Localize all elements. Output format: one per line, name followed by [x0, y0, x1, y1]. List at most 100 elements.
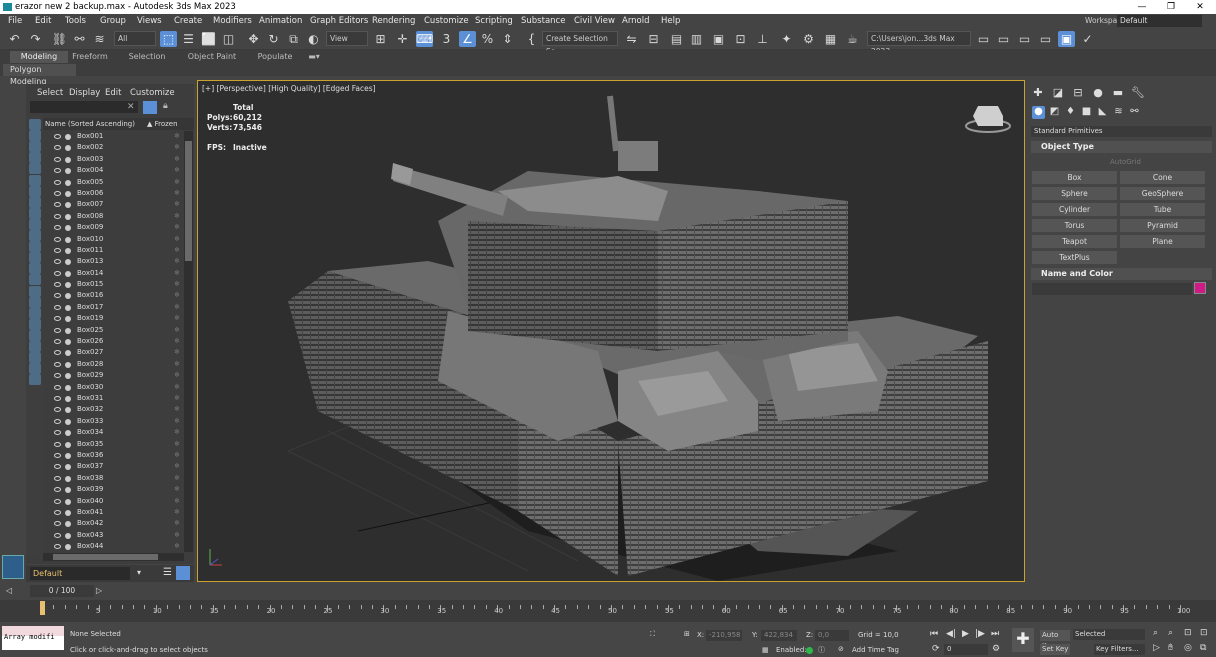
render-production-icon[interactable]: ☕ [844, 31, 861, 47]
save-project-icon[interactable]: ▭ [1016, 31, 1033, 47]
list-item[interactable]: Box009 ❄ [43, 222, 184, 233]
teapot-button[interactable]: Teapot [1032, 235, 1117, 248]
cameras-icon[interactable]: ■ [1080, 106, 1093, 119]
window-crossing-icon[interactable]: ◫ [220, 31, 237, 47]
visibility-icon[interactable] [54, 168, 61, 174]
key-mode-icon[interactable]: ⟳ [932, 644, 940, 654]
ribbon-toggle-icon[interactable]: ▣ [710, 31, 727, 47]
menu-arnold[interactable]: Arnold [622, 14, 650, 28]
angle-snap-icon[interactable]: ∠ [459, 31, 476, 47]
explorer-filter-icon[interactable] [29, 296, 41, 308]
list-item[interactable]: Box005 ❄ [43, 177, 184, 188]
pyramid-button[interactable]: Pyramid [1120, 219, 1205, 232]
freeze-icon[interactable]: ❄ [174, 359, 180, 370]
goto-end-icon[interactable]: ⏭ [991, 629, 999, 639]
perspective-viewport[interactable]: [+] [Perspective] [High Quality] [Edged … [197, 80, 1025, 582]
key-selection-select[interactable]: Selected [1073, 629, 1145, 640]
freeze-icon[interactable]: ❄ [174, 496, 180, 507]
archive-icon[interactable]: ▭ [1037, 31, 1054, 47]
viewport-layout-icon[interactable] [2, 555, 24, 579]
visibility-icon[interactable] [54, 407, 61, 413]
named-selection-set-select[interactable]: Create Selection Se [542, 31, 618, 56]
edit-named-selection-icon[interactable]: { [523, 31, 540, 47]
list-item[interactable]: Box033 ❄ [43, 416, 184, 427]
list-item[interactable]: Box042 ❄ [43, 518, 184, 529]
pan-icon[interactable]: ✋︎ [1168, 643, 1173, 653]
menu-customize[interactable]: Customize [424, 14, 469, 28]
reference-coordinate-select[interactable]: View [326, 31, 368, 46]
clear-search-icon[interactable]: ✕ [127, 102, 135, 112]
freeze-icon[interactable]: ❄ [174, 234, 180, 245]
render-toggle-icon[interactable] [65, 452, 71, 459]
object-name-input[interactable] [1032, 283, 1192, 295]
list-item[interactable]: Box008 ❄ [43, 211, 184, 222]
adaptive-degradation-icon[interactable]: ▦ [762, 646, 769, 654]
render-toggle-icon[interactable] [65, 521, 71, 528]
project-folder-icon[interactable]: ▭ [975, 31, 992, 47]
menu-modifiers[interactable]: Modifiers [213, 14, 252, 28]
freeze-icon[interactable]: ❄ [174, 256, 180, 267]
explorer-horizontal-scrollbar[interactable] [43, 553, 184, 561]
freeze-icon[interactable]: ❄ [174, 461, 180, 472]
list-item[interactable]: Box044 ❄ [43, 541, 184, 552]
visibility-icon[interactable] [54, 521, 61, 527]
explorer-filter-icon[interactable] [29, 130, 41, 142]
render-toggle-icon[interactable] [65, 544, 71, 551]
column-frozen[interactable]: ▲ Frozen [147, 118, 178, 130]
list-item[interactable]: Box014 ❄ [43, 268, 184, 279]
x-coordinate-field[interactable]: -210,958 [706, 630, 742, 641]
list-item[interactable]: Box035 ❄ [43, 439, 184, 450]
freeze-icon[interactable]: ❄ [174, 165, 180, 176]
scale-icon[interactable]: ⧉ [285, 31, 302, 47]
mirror-icon[interactable]: ⇋ [623, 31, 640, 47]
menu-civil-view[interactable]: Civil View [574, 14, 615, 28]
open-explorer-icon[interactable]: ▭ [995, 31, 1012, 47]
current-frame-field[interactable]: 0 [944, 644, 988, 655]
viewcube[interactable] [965, 106, 1011, 133]
visibility-icon[interactable] [54, 225, 61, 231]
cone-button[interactable]: Cone [1120, 171, 1205, 184]
visibility-icon[interactable] [54, 430, 61, 436]
move-icon[interactable]: ✥ [245, 31, 262, 47]
lights-icon[interactable]: ♦ [1064, 106, 1077, 119]
render-toggle-icon[interactable] [65, 168, 71, 175]
explorer-filter-icon[interactable] [29, 307, 41, 319]
list-item[interactable]: Box003 ❄ [43, 154, 184, 165]
freeze-icon[interactable]: ❄ [174, 347, 180, 358]
snaps-toggle-icon[interactable]: 3 [438, 31, 455, 47]
visibility-icon[interactable] [54, 236, 61, 242]
prev-frame-icon[interactable]: ◁ [6, 586, 12, 595]
tab-modeling[interactable]: Modeling [10, 51, 68, 63]
freeze-icon[interactable]: ❄ [174, 382, 180, 393]
display-tab-icon[interactable]: ▬ [1111, 86, 1125, 100]
hierarchy-tab-icon[interactable]: ⊟ [1071, 86, 1085, 100]
zoom-extents-icon[interactable]: ⊡ [1184, 628, 1192, 638]
info-icon[interactable]: ⓘ [818, 645, 825, 655]
align-icon[interactable]: ⊟ [645, 31, 662, 47]
column-name[interactable]: Name (Sorted Ascending) [45, 118, 135, 130]
visibility-icon[interactable] [54, 532, 61, 538]
list-item[interactable]: Box011 ❄ [43, 245, 184, 256]
explorer-tab-edit[interactable]: Edit [105, 88, 121, 98]
tab-selection[interactable]: Selection [124, 51, 170, 63]
geometry-icon[interactable]: ● [1032, 106, 1045, 119]
freeze-icon[interactable]: ❄ [174, 302, 180, 313]
menu-views[interactable]: Views [137, 14, 162, 28]
bind-spacewarp-icon[interactable]: ≋ [91, 31, 108, 47]
orbit-icon[interactable]: ◎ [1184, 643, 1192, 653]
render-toggle-icon[interactable] [65, 339, 71, 346]
render-toggle-icon[interactable] [65, 145, 71, 152]
visibility-icon[interactable] [54, 293, 61, 299]
render-toggle-icon[interactable] [65, 304, 71, 311]
freeze-icon[interactable]: ❄ [174, 541, 180, 552]
z-coordinate-field[interactable]: 0,0 [815, 630, 849, 641]
timeline-track[interactable]: 5 10 15 20 25 30 35 40 45 50 55 60 65 70 75 80 85 90 95 100 [0, 600, 1216, 622]
enabled-indicator[interactable] [806, 647, 813, 654]
render-toggle-icon[interactable] [65, 213, 71, 220]
select-object-icon[interactable]: ⬚ [160, 31, 177, 47]
cylinder-button[interactable]: Cylinder [1032, 203, 1117, 216]
menu-tools[interactable]: Tools [65, 14, 86, 28]
list-item[interactable]: Box007 ❄ [43, 199, 184, 210]
menu-graph-editors[interactable]: Graph Editors [310, 14, 368, 28]
visibility-icon[interactable] [54, 282, 61, 288]
